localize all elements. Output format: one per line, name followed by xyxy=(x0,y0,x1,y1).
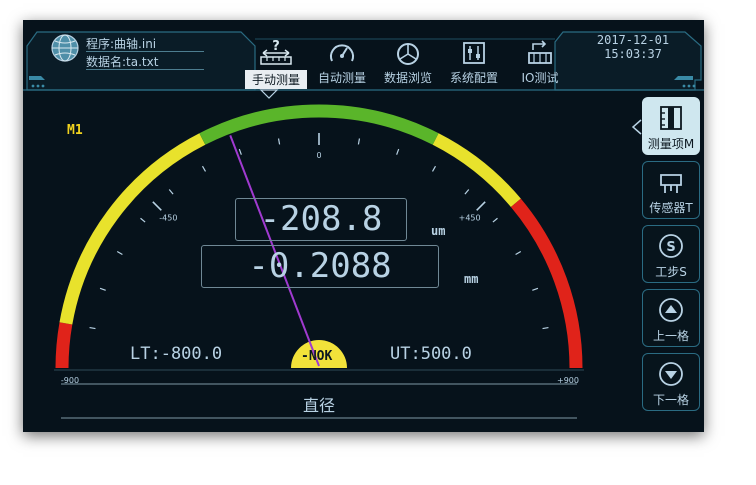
gauge-tick xyxy=(168,189,174,195)
value-mm-readout: -0.2088 xyxy=(201,245,439,288)
value-um-readout: -208.8 xyxy=(235,198,407,241)
gauge-major-tick xyxy=(476,201,486,211)
gauge-tick xyxy=(464,189,470,195)
gauge-tick xyxy=(357,138,361,145)
gauge-tick xyxy=(201,165,207,172)
gauge-tick xyxy=(396,148,400,155)
gauge-tick xyxy=(238,148,242,155)
gauge-zone-arc xyxy=(59,133,206,325)
gauge-tick xyxy=(277,138,281,145)
gauge-tick xyxy=(492,217,498,223)
upper-limit-label: UT:500.0 xyxy=(390,344,472,364)
unit-um-label: um xyxy=(431,224,446,238)
gauge-tick-label: -900 xyxy=(61,376,79,385)
gauge-zone-arc xyxy=(432,133,521,208)
unit-mm-label: mm xyxy=(464,272,479,286)
gauge-tick-label: +450 xyxy=(459,213,481,222)
gauge-tick xyxy=(515,250,522,256)
gauge-major-tick xyxy=(152,201,162,211)
gauge-tick xyxy=(89,326,96,330)
gauge-tick-label: 0 xyxy=(316,151,321,160)
gauge-tick xyxy=(542,326,549,330)
gauge-tick xyxy=(140,217,146,223)
gauge-tick xyxy=(431,165,437,172)
gauge-tick xyxy=(532,287,539,291)
feature-name-label: 直径 xyxy=(302,396,335,415)
status-label: -NOK xyxy=(301,349,333,364)
gauge-tick-label: -450 xyxy=(159,213,177,222)
gauge-tick xyxy=(99,287,106,291)
lower-limit-label: LT:-800.0 xyxy=(130,344,223,364)
gauge-zone-arc xyxy=(510,198,583,369)
gauge-tick xyxy=(116,250,123,256)
gauge-tick-label: +900 xyxy=(557,376,579,385)
gauge-zone-arc xyxy=(55,322,73,369)
hmi-screen: 程序:曲轴.ini 数据名:ta.txt 2017-12-01 15:03:37… xyxy=(23,20,704,432)
